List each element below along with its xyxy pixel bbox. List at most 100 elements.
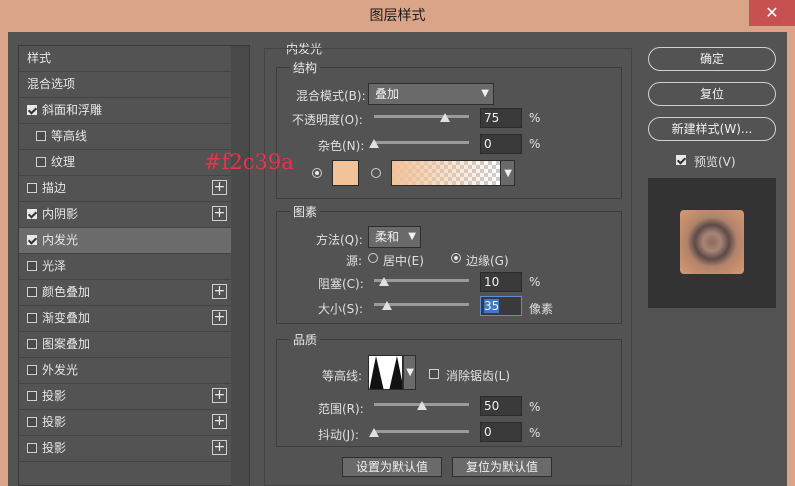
choke-value: 10 [484, 275, 500, 289]
style-list-scrollbar[interactable] [231, 46, 249, 486]
noise-slider[interactable] [374, 141, 469, 144]
size-input[interactable]: 35 [480, 296, 522, 316]
jitter-input[interactable]: 0 [480, 422, 522, 442]
opacity-input[interactable]: 75 [480, 108, 522, 128]
preview-checkbox[interactable] [676, 153, 691, 167]
color-radio[interactable] [312, 168, 322, 178]
sidebar-item-label: 纹理 [51, 155, 76, 169]
size-value: 35 [484, 299, 500, 313]
checkbox-icon[interactable] [27, 183, 37, 193]
blend-mode-select[interactable]: 叠加 ▼ [368, 83, 494, 105]
sidebar-item[interactable]: 图案叠加 [19, 332, 231, 358]
sidebar-item[interactable]: 投影 + [19, 436, 231, 462]
checkbox-icon[interactable] [27, 417, 37, 427]
sidebar-item[interactable]: 外发光 [19, 358, 231, 384]
checkbox-icon[interactable] [27, 443, 37, 453]
add-instance-icon[interactable]: + [212, 310, 227, 325]
jitter-slider-thumb[interactable] [369, 428, 379, 437]
sidebar-item[interactable]: 等高线 [19, 124, 231, 150]
method-value: 柔和 [375, 230, 400, 244]
method-label: 方法(Q): [316, 233, 363, 247]
style-preview [648, 178, 776, 308]
range-slider-thumb[interactable] [416, 401, 427, 410]
choke-input[interactable]: 10 [480, 272, 522, 292]
chevron-down-icon: ▼ [504, 168, 512, 179]
sidebar-item[interactable]: 混合选项 [19, 72, 231, 98]
gradient-dropdown[interactable]: ▼ [500, 160, 515, 186]
contour-preview[interactable] [368, 355, 403, 390]
gradient-radio[interactable] [371, 168, 381, 178]
window-titlebar: 图层样式 ✕ [0, 0, 795, 32]
checkbox-icon[interactable] [36, 131, 46, 141]
add-instance-icon[interactable]: + [212, 206, 227, 221]
method-select[interactable]: 柔和 ▼ [368, 226, 421, 248]
sidebar-item-label: 外发光 [42, 363, 79, 377]
contour-curve-icon [369, 356, 402, 389]
sidebar-item-label: 混合选项 [27, 77, 76, 91]
jitter-label: 抖动(J): [318, 428, 359, 442]
checkbox-icon[interactable] [27, 313, 37, 323]
checkbox-icon[interactable] [27, 365, 37, 375]
chevron-down-icon: ▼ [408, 231, 416, 242]
opacity-label: 不透明度(O): [292, 113, 363, 127]
sidebar-item[interactable]: 纹理 [19, 150, 231, 176]
sidebar-item-label: 描边 [42, 181, 67, 195]
glow-gradient-swatch[interactable] [391, 160, 501, 186]
sidebar-item-label: 光泽 [42, 259, 67, 273]
sidebar-item[interactable]: 内发光 [19, 228, 231, 254]
preview-label: 预览(V) [694, 155, 736, 169]
checkbox-icon[interactable] [27, 235, 37, 245]
checkbox-icon[interactable] [36, 157, 46, 167]
checkbox-icon[interactable] [27, 339, 37, 349]
checkbox-icon[interactable] [27, 209, 37, 219]
close-button[interactable]: ✕ [749, 0, 795, 26]
style-list: 样式 混合选项 斜面和浮雕 等高线 纹理 描边 + 内阴影 + 内发光 光泽 颜色叠加 + 渐变叠加 + 图案… [18, 45, 250, 486]
sidebar-item[interactable]: 内阴影 + [19, 202, 231, 228]
sidebar-item[interactable]: 投影 + [19, 384, 231, 410]
reset-default-button[interactable]: 复位为默认值 [452, 457, 552, 477]
checkbox-icon[interactable] [27, 287, 37, 297]
opacity-slider[interactable] [374, 115, 469, 118]
antialias-checkbox[interactable] [429, 367, 444, 381]
source-center-radio[interactable] [368, 253, 378, 263]
sidebar-item[interactable]: 颜色叠加 + [19, 280, 231, 306]
checkbox-icon[interactable] [27, 261, 37, 271]
sidebar-item[interactable]: 样式 [19, 46, 231, 72]
noise-slider-thumb[interactable] [369, 139, 379, 148]
sidebar-item[interactable]: 光泽 [19, 254, 231, 280]
choke-slider-thumb[interactable] [378, 277, 389, 286]
new-style-button[interactable]: 新建样式(W)... [648, 117, 776, 141]
sidebar-item-label: 颜色叠加 [42, 285, 91, 299]
source-edge-radio[interactable] [451, 253, 461, 263]
make-default-button[interactable]: 设置为默认值 [342, 457, 442, 477]
glow-color-swatch[interactable] [332, 160, 359, 186]
add-instance-icon[interactable]: + [212, 414, 227, 429]
ok-button[interactable]: 确定 [648, 47, 776, 71]
add-instance-icon[interactable]: + [212, 388, 227, 403]
sidebar-item[interactable]: 投影 + [19, 410, 231, 436]
sidebar-item-label: 等高线 [51, 129, 88, 143]
checkbox-icon [676, 155, 686, 165]
noise-input[interactable]: 0 [480, 134, 522, 154]
reset-button[interactable]: 复位 [648, 82, 776, 106]
antialias-label: 消除锯齿(L) [446, 369, 511, 383]
checkbox-icon[interactable] [27, 105, 37, 115]
checkbox-icon[interactable] [27, 391, 37, 401]
noise-value: 0 [484, 137, 492, 151]
sidebar-item[interactable]: 渐变叠加 + [19, 306, 231, 332]
sidebar-item[interactable]: 斜面和浮雕 [19, 98, 231, 124]
opacity-unit: % [529, 111, 541, 125]
contour-dropdown[interactable]: ▼ [403, 355, 416, 390]
size-slider-thumb[interactable] [382, 301, 393, 310]
add-instance-icon[interactable]: + [212, 284, 227, 299]
opacity-slider-thumb[interactable] [440, 113, 451, 122]
jitter-slider[interactable] [374, 430, 469, 433]
preview-thumbnail [680, 210, 744, 274]
checkbox-icon [429, 369, 439, 379]
sidebar-item-label: 样式 [27, 51, 52, 65]
add-instance-icon[interactable]: + [212, 180, 227, 195]
add-instance-icon[interactable]: + [212, 440, 227, 455]
range-input[interactable]: 50 [480, 396, 522, 416]
sidebar-item-label: 渐变叠加 [42, 311, 91, 325]
sidebar-item[interactable]: 描边 + [19, 176, 231, 202]
